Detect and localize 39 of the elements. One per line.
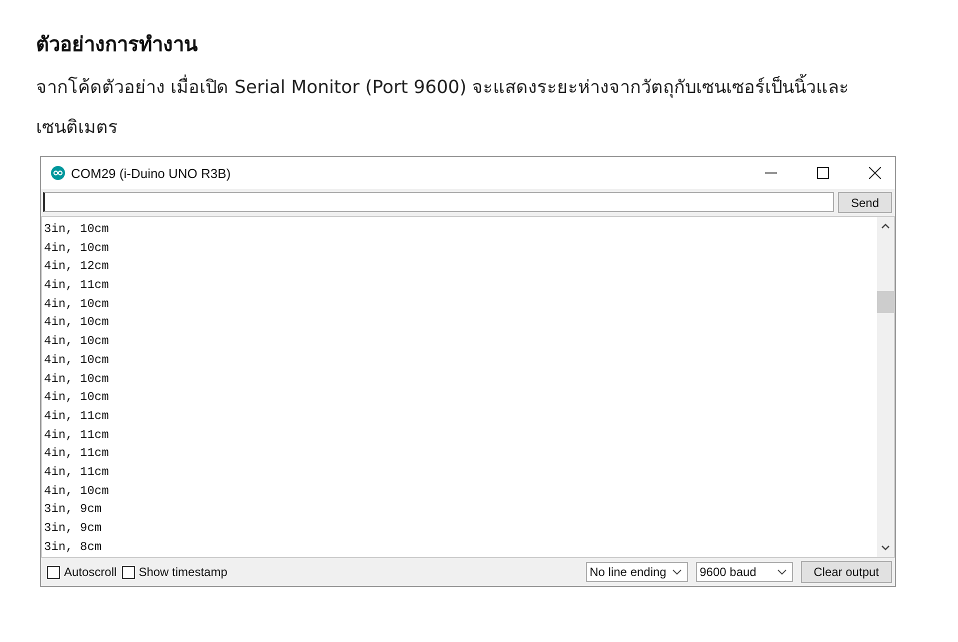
output-line: 4in, 10cm <box>44 389 110 406</box>
output-line: 3in, 8cm <box>44 538 103 556</box>
window-title: COM29 (i-Duino UNO R3B) <box>71 166 231 180</box>
output-line: 4in, 10cm <box>44 482 110 500</box>
checkbox-label: Autoscroll <box>64 565 117 579</box>
output-line: 4in, 11cm <box>44 426 110 444</box>
output-line: 4in, 12cm <box>44 258 110 276</box>
output-line: 4in, 10cm <box>44 296 110 313</box>
checkbox[interactable] <box>47 566 60 578</box>
scroll-down-icon[interactable] <box>881 545 890 551</box>
paragraph: จากโค้ดตัวอย่าง เมื่อเปิด Serial Monitor (Port 9600) จะแสดงระยะห่างจากวัตถุกับเซนเซอร์เป็นนิ้วและเซนติเมตร <box>36 68 886 148</box>
output-line: 4in, 10cm <box>44 352 110 369</box>
output-line: 4in, 11cm <box>44 445 110 462</box>
checkbox-label: Show timestamp <box>138 565 228 579</box>
output-line: 3in, 9cm <box>44 520 103 537</box>
output-line: 4in, 11cm <box>44 464 110 481</box>
caret-icon <box>776 569 787 575</box>
output-line: 4in, 11cm <box>44 408 110 425</box>
scroll-up-icon[interactable] <box>881 223 890 229</box>
send-button[interactable]: Send <box>838 192 892 213</box>
output-line: 4in, 10cm <box>44 240 110 257</box>
baud-rate-dropdown[interactable]: 9600 baud <box>696 562 793 582</box>
scrollbar[interactable] <box>877 217 894 557</box>
output-line: 4in, 10cm <box>44 333 110 350</box>
maximize-icon[interactable] <box>817 167 829 179</box>
output-line: 4in, 10cm <box>44 314 110 332</box>
output-line: 3in, 9cm <box>44 501 103 518</box>
app-logo-icon <box>51 166 65 180</box>
caret-icon <box>672 569 682 575</box>
output-line: 4in, 11cm <box>44 277 110 294</box>
checkbox[interactable] <box>122 566 135 578</box>
section-heading: ตัวอย่างการทำงาน <box>36 31 199 58</box>
message-input-field[interactable] <box>43 192 834 212</box>
close-icon[interactable] <box>869 167 881 179</box>
clear-output-button[interactable]: Clear output <box>800 561 892 583</box>
scroll-thumb[interactable] <box>877 291 894 313</box>
line-ending-dropdown[interactable]: No line ending <box>586 562 688 582</box>
output-line: 3in, 10cm <box>44 221 110 238</box>
output-line: 4in, 10cm <box>44 370 110 388</box>
